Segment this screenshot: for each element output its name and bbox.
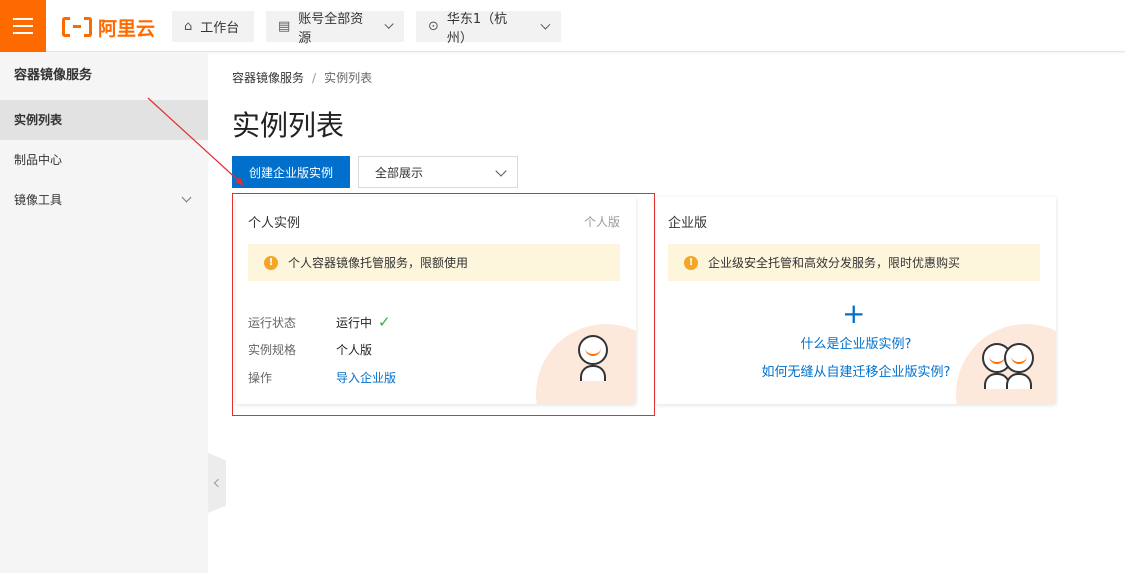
aliyun-logo-icon (62, 17, 92, 37)
action-row: 操作 导入企业版 (248, 369, 396, 386)
resource-label: 账号全部资源 (298, 11, 364, 46)
workbench-button[interactable]: ⌂ 工作台 (172, 11, 254, 42)
chevron-down-icon (181, 192, 192, 203)
plus-icon[interactable]: + (842, 300, 865, 328)
warning-icon: ! (684, 255, 698, 270)
home-icon: ⌂ (184, 19, 193, 34)
resource-selector[interactable]: ▤ 账号全部资源 (266, 11, 404, 46)
card-title: 企业版 (668, 216, 708, 231)
chevron-down-icon (540, 19, 551, 30)
warning-icon: ! (264, 255, 278, 270)
personal-instance-card[interactable]: 个人实例 个人版 ! 个人容器镜像托管服务，限额使用 运行状态 运行中 ✓ 实例… (236, 197, 636, 404)
hamburger-menu-icon[interactable] (0, 0, 46, 52)
check-icon: ✓ (378, 313, 391, 331)
spec-key: 实例规格 (248, 343, 297, 357)
brand-logo[interactable]: 阿里云 (62, 15, 156, 40)
sidebar-item-instance-list[interactable]: 实例列表 (0, 100, 208, 140)
region-label: 华东1（杭州） (446, 11, 508, 46)
chevron-left-icon (213, 478, 223, 488)
notice-banner: ! 企业级安全托管和高效分发服务，限时优惠购买 (668, 244, 1040, 281)
page-title: 实例列表 (232, 109, 345, 142)
sidebar-collapse-handle[interactable] (208, 453, 226, 513)
filter-value: 全部展示 (375, 165, 424, 180)
status-row: 运行状态 运行中 ✓ (248, 313, 391, 331)
sidebar-item-label: 制品中心 (14, 153, 63, 167)
breadcrumb-current: 实例列表 (324, 71, 373, 85)
status-key: 运行状态 (248, 315, 297, 330)
sidebar: 容器镜像服务 实例列表 制品中心 镜像工具 (0, 52, 208, 573)
sidebar-item-image-tools[interactable]: 镜像工具 (0, 180, 208, 220)
brand-name: 阿里云 (98, 17, 156, 40)
sidebar-title: 容器镜像服务 (14, 68, 93, 83)
workbench-label: 工作台 (200, 21, 240, 36)
location-icon: ⊙ (428, 19, 439, 34)
chevron-down-icon (383, 19, 394, 30)
breadcrumb-root[interactable]: 容器镜像服务 (232, 71, 304, 85)
breadcrumb: 容器镜像服务 / 实例列表 (232, 69, 372, 86)
spec-row: 实例规格 个人版 (248, 341, 372, 358)
edition-tag: 个人版 (583, 215, 620, 229)
notice-text: 企业级安全托管和高效分发服务，限时优惠购买 (708, 256, 961, 270)
team-avatar-icon (1000, 343, 1040, 391)
sidebar-item-label: 镜像工具 (14, 193, 63, 207)
sidebar-item-artifact-center[interactable]: 制品中心 (0, 140, 208, 180)
user-avatar-icon (574, 335, 614, 383)
notice-text: 个人容器镜像托管服务，限额使用 (288, 256, 469, 270)
create-enterprise-instance-button[interactable]: 创建企业版实例 (232, 156, 350, 188)
region-selector[interactable]: ⊙ 华东1（杭州） (416, 11, 561, 46)
notice-banner: ! 个人容器镜像托管服务，限额使用 (248, 244, 620, 281)
database-icon: ▤ (278, 19, 291, 34)
instance-filter-select[interactable]: 全部展示 (358, 156, 518, 188)
chevron-down-icon (495, 165, 507, 177)
spec-value: 个人版 (336, 343, 373, 357)
import-enterprise-link[interactable]: 导入企业版 (336, 369, 396, 386)
status-text: 运行中 (336, 315, 373, 330)
top-bar: 阿里云 ⌂ 工作台 ▤ 账号全部资源 ⊙ 华东1（杭州） (0, 0, 1125, 52)
status-value: 运行中 ✓ (336, 313, 391, 331)
action-key: 操作 (248, 371, 273, 385)
breadcrumb-separator: / (312, 71, 317, 85)
enterprise-instance-card[interactable]: 企业版 ! 企业级安全托管和高效分发服务，限时优惠购买 + 什么是企业版实例? … (656, 197, 1056, 404)
card-title: 个人实例 (248, 216, 301, 231)
sidebar-item-label: 实例列表 (14, 113, 63, 127)
